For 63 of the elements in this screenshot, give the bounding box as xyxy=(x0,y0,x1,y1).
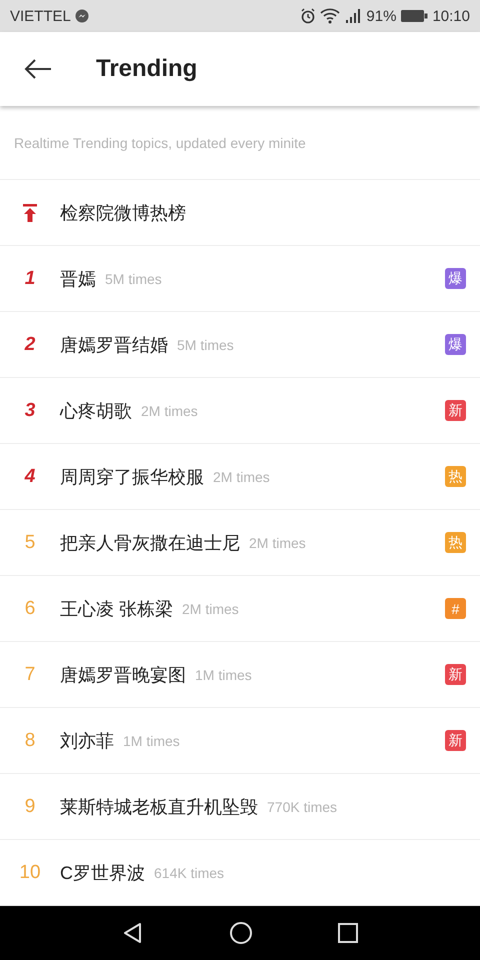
rank-number: 4 xyxy=(24,466,36,488)
carrier-name: VIETTEL xyxy=(10,8,71,24)
alarm-icon xyxy=(300,8,316,24)
topic-title: C罗世界波 xyxy=(60,862,145,884)
view-count: 5M times xyxy=(177,336,234,352)
home-icon[interactable] xyxy=(228,921,253,945)
view-count: 1M times xyxy=(123,732,180,748)
rank-number: 9 xyxy=(24,796,36,818)
topic-title: 把亲人骨灰撒在迪士尼 xyxy=(60,532,240,554)
topic-title: 周周穿了振华校服 xyxy=(60,466,204,488)
battery-icon xyxy=(400,9,428,23)
topic-title: 王心凌 张栋梁 xyxy=(60,598,174,620)
signal-icon xyxy=(344,8,362,24)
rank-number: 10 xyxy=(18,862,42,884)
rank-number: 6 xyxy=(24,598,36,620)
topic-title: 唐嫣罗晋晚宴图 xyxy=(60,664,186,686)
view-count: 614K times xyxy=(154,864,224,880)
rank-number: 8 xyxy=(24,730,36,752)
topic-row[interactable]: 5 把亲人骨灰撒在迪士尼 2M times 热 xyxy=(0,510,480,576)
wifi-icon xyxy=(320,8,340,24)
topic-badge: 新 xyxy=(445,664,466,685)
rank-number: 7 xyxy=(24,664,36,686)
topic-title: 唐嫣罗晋结婚 xyxy=(60,334,168,356)
topic-badge: 爆 xyxy=(445,334,466,355)
topic-row[interactable]: 9 莱斯特城老板直升机坠毁 770K times xyxy=(0,774,480,840)
topic-title: 心疼胡歌 xyxy=(60,400,132,422)
rank-number: 2 xyxy=(24,334,36,356)
messenger-icon xyxy=(74,9,89,23)
topic-row[interactable]: 1 晋嫣 5M times 爆 xyxy=(0,246,480,312)
topic-title: 莱斯特城老板直升机坠毁 xyxy=(60,796,258,818)
battery-percent: 91% xyxy=(366,8,396,24)
view-count: 770K times xyxy=(267,798,338,814)
rank-number: 3 xyxy=(24,400,36,422)
topic-badge: 热 xyxy=(445,466,466,487)
view-count: 2M times xyxy=(249,534,306,550)
topic-row[interactable]: 2 唐嫣罗晋结婚 5M times 爆 xyxy=(0,312,480,378)
view-count: 2M times xyxy=(141,402,198,418)
pin-top-icon xyxy=(22,204,38,222)
rank-number: 1 xyxy=(24,268,36,290)
view-count: 5M times xyxy=(105,270,162,286)
topic-row[interactable]: 8 刘亦菲 1M times 新 xyxy=(0,708,480,774)
rank-number: 5 xyxy=(24,532,36,554)
topic-badge: 新 xyxy=(445,400,466,421)
view-count: 1M times xyxy=(195,666,252,682)
topic-badge: 新 xyxy=(445,730,466,751)
topic-row[interactable]: 6 王心凌 张栋梁 2M times # xyxy=(0,576,480,642)
back-arrow-icon xyxy=(23,58,53,80)
topic-row[interactable]: 7 唐嫣罗晋晚宴图 1M times 新 xyxy=(0,642,480,708)
topic-badge: # xyxy=(445,598,466,619)
topic-title: 检察院微博热榜 xyxy=(60,202,186,224)
subtitle-text: Realtime Trending topics, updated every minite xyxy=(0,106,480,180)
topic-row[interactable]: 检察院微博热榜 xyxy=(0,180,480,246)
topic-badge: 爆 xyxy=(445,268,466,289)
topic-title: 刘亦菲 xyxy=(60,730,114,752)
topic-row[interactable]: 3 心疼胡歌 2M times 新 xyxy=(0,378,480,444)
clock-time: 10:10 xyxy=(432,8,470,24)
recents-icon[interactable] xyxy=(338,923,358,943)
page-title: Trending xyxy=(96,55,198,83)
topic-badge: 热 xyxy=(445,532,466,553)
view-count: 2M times xyxy=(182,600,239,616)
view-count: 2M times xyxy=(213,468,270,484)
topic-row[interactable]: 4 周周穿了振华校服 2M times 热 xyxy=(0,444,480,510)
topic-title: 晋嫣 xyxy=(60,268,96,290)
